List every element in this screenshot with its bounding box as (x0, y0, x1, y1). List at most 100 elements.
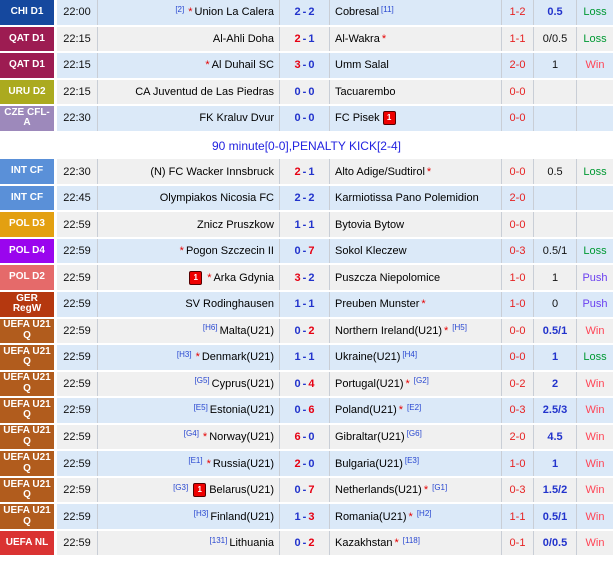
home-team-name[interactable]: Olympiakos Nicosia FC (160, 192, 274, 204)
home-team-name[interactable]: Pogon Szczecin II (186, 245, 274, 257)
away-team-name[interactable]: Ukraine(U21) (335, 351, 400, 363)
away-team-name[interactable]: Northern Ireland(U21) (335, 325, 442, 337)
home-team-name[interactable]: Cyprus(U21) (212, 378, 274, 390)
score-cell[interactable]: 0-6 (280, 398, 330, 423)
away-team-name[interactable]: Portugal(U21) (335, 378, 403, 390)
league-badge[interactable]: CZE CFL-A (0, 106, 57, 131)
score-cell[interactable]: 2-2 (280, 185, 330, 211)
score-cell[interactable]: 1-3 (280, 504, 330, 529)
league-badge[interactable]: QAT D1 (0, 53, 57, 78)
away-team-name[interactable]: Netherlands(U21) (335, 484, 422, 496)
away-team-name[interactable]: Karmiotissa Pano Polemidion (335, 192, 479, 204)
match-row[interactable]: UEFA U21 Q 22:59 [H3] Finland(U21) 1-3 Romani… (0, 504, 613, 531)
match-row[interactable]: INT CF 22:30 (N) FC Wacker Innsbruck 2-1 Alt… (0, 159, 613, 186)
league-badge[interactable]: UEFA U21 Q (0, 504, 57, 529)
score-cell[interactable]: 0-4 (280, 371, 330, 397)
home-team-name[interactable]: Russia(U21) (213, 458, 274, 470)
league-badge[interactable]: CHI D1 (0, 0, 57, 25)
score-cell[interactable]: 1-1 (280, 345, 330, 370)
match-row[interactable]: UEFA U21 Q 22:59 [H3] * Denmark(U21) 1-1 Ukrai… (0, 345, 613, 372)
away-team-name[interactable]: Bytovia Bytow (335, 219, 404, 231)
match-row[interactable]: POL D3 22:59 Znicz Pruszkow 1-1 Bytovia Byto… (0, 212, 613, 239)
away-team-name[interactable]: Kazakhstan (335, 537, 392, 549)
match-row[interactable]: UEFA U21 Q 22:59 [E5] Estonia(U21) 0-6 Poland… (0, 398, 613, 425)
league-badge[interactable]: POL D4 (0, 238, 57, 264)
home-team-name[interactable]: SV Rodinghausen (185, 298, 274, 310)
league-badge[interactable]: URU D2 (0, 79, 57, 105)
score-cell[interactable]: 1-1 (280, 212, 330, 237)
league-badge[interactable]: POL D3 (0, 212, 57, 237)
match-row[interactable]: POL D2 22:59 1 * Arka Gdynia 3-2 Puszcza Niepo… (0, 265, 613, 292)
match-row[interactable]: CZE CFL-A 22:30 FK Kraluv Dvur 0-0 FC Pisek 1… (0, 106, 613, 133)
home-team-name[interactable]: Belarus(U21) (209, 484, 274, 496)
home-team-name[interactable]: Union La Calera (195, 6, 275, 18)
score-cell[interactable]: 6-0 (280, 424, 330, 450)
league-badge[interactable]: UEFA U21 Q (0, 318, 57, 344)
match-row[interactable]: POL D4 22:59 * Pogon Szczecin II 0-7 Sokol Kl… (0, 238, 613, 266)
score-cell[interactable]: 0-7 (280, 238, 330, 264)
away-team-name[interactable]: Poland(U21) (335, 404, 397, 416)
score-cell[interactable]: 1-1 (280, 291, 330, 317)
match-row[interactable]: INT CF 22:45 Olympiakos Nicosia FC 2-2 Karmi… (0, 185, 613, 213)
score-cell[interactable]: 3-0 (280, 53, 330, 78)
home-team-name[interactable]: Al Duhail SC (212, 59, 274, 71)
score-cell[interactable]: 0-2 (280, 530, 330, 556)
league-badge[interactable]: UEFA U21 Q (0, 371, 57, 397)
home-team-name[interactable]: Estonia(U21) (210, 404, 274, 416)
away-team-name[interactable]: Alto Adige/Sudtirol (335, 166, 425, 178)
home-team-name[interactable]: Al-Ahli Doha (213, 33, 274, 45)
score-cell[interactable]: 2-0 (280, 451, 330, 476)
league-badge[interactable]: UEFA U21 Q (0, 398, 57, 423)
home-team-name[interactable]: (N) FC Wacker Innsbruck (150, 166, 274, 178)
league-badge[interactable]: UEFA U21 Q (0, 345, 57, 370)
league-badge[interactable]: GER RegW (0, 291, 57, 317)
match-row[interactable]: UEFA U21 Q 22:59 [G5] Cyprus(U21) 0-4 Portuga… (0, 371, 613, 399)
match-row[interactable]: UEFA U21 Q 22:59 [H6] Malta(U21) 0-2 Northern… (0, 318, 613, 346)
league-badge[interactable]: INT CF (0, 185, 57, 211)
home-team-name[interactable]: CA Juventud de Las Piedras (135, 86, 274, 98)
league-badge[interactable]: QAT D1 (0, 26, 57, 52)
league-badge[interactable]: INT CF (0, 159, 57, 184)
score-cell[interactable]: 2-2 (280, 0, 330, 25)
score-cell[interactable]: 0-0 (280, 106, 330, 131)
match-row[interactable]: UEFA U21 Q 22:59 [G4] * Norway(U21) 6-0 Gibral… (0, 424, 613, 452)
match-row[interactable]: QAT D1 22:15 Al-Ahli Doha 2-1 Al-Wakra * 1-1 0/… (0, 26, 613, 54)
away-team-name[interactable]: Bulgaria(U21) (335, 458, 403, 470)
away-team-name[interactable]: FC Pisek (335, 112, 380, 124)
away-team-name[interactable]: Puszcza Niepolomice (335, 272, 440, 284)
score-cell[interactable]: 2-1 (280, 159, 330, 184)
away-team-name[interactable]: Gibraltar(U21) (335, 431, 405, 443)
league-badge[interactable]: UEFA U21 Q (0, 424, 57, 450)
home-team-name[interactable]: Znicz Pruszkow (197, 219, 274, 231)
home-team-name[interactable]: Arka Gdynia (213, 272, 274, 284)
match-row[interactable]: GER RegW 22:59 SV Rodinghausen 1-1 Preuben M… (0, 291, 613, 319)
score-cell[interactable]: 0-2 (280, 318, 330, 344)
match-row[interactable]: UEFA NL 22:59 [131] Lithuania 0-2 Kazakhstan *… (0, 530, 613, 558)
away-team-name[interactable]: Romania(U21) (335, 511, 407, 523)
league-badge[interactable]: UEFA U21 Q (0, 477, 57, 503)
league-badge[interactable]: POL D2 (0, 265, 57, 290)
match-row[interactable]: URU D2 22:15 CA Juventud de Las Piedras 0-0… (0, 79, 613, 107)
away-team-name[interactable]: Al-Wakra (335, 33, 380, 45)
score-cell[interactable]: 2-1 (280, 26, 330, 52)
away-team-name[interactable]: Cobresal (335, 6, 379, 18)
home-team-name[interactable]: Lithuania (229, 537, 274, 549)
home-team-name[interactable]: Malta(U21) (220, 325, 274, 337)
league-badge[interactable]: UEFA NL (0, 530, 57, 556)
home-team-name[interactable]: Denmark(U21) (202, 351, 274, 363)
home-team-name[interactable]: Finland(U21) (210, 511, 274, 523)
score-cell[interactable]: 3-2 (280, 265, 330, 290)
match-row[interactable]: QAT D1 22:15 * Al Duhail SC 3-0 Umm Salal 2-0 1… (0, 53, 613, 80)
home-team-name[interactable]: Norway(U21) (209, 431, 274, 443)
league-badge[interactable]: UEFA U21 Q (0, 451, 57, 476)
score-cell[interactable]: 0-7 (280, 477, 330, 503)
match-row[interactable]: UEFA U21 Q 22:59 [G3] 1 Belarus(U21) 0-7 Nethe… (0, 477, 613, 505)
home-team-name[interactable]: FK Kraluv Dvur (199, 112, 274, 124)
away-team-name[interactable]: Preuben Munster (335, 298, 419, 310)
score-cell[interactable]: 0-0 (280, 79, 330, 105)
away-team-name[interactable]: Tacuarembo (335, 86, 396, 98)
away-team-name[interactable]: Umm Salal (335, 59, 389, 71)
away-team-name[interactable]: Sokol Kleczew (335, 245, 407, 257)
match-row[interactable]: CHI D1 22:00 [2] * Union La Calera 2-2 Cobresa… (0, 0, 613, 27)
match-row[interactable]: UEFA U21 Q 22:59 [E1] * Russia(U21) 2-0 Bulgar… (0, 451, 613, 478)
